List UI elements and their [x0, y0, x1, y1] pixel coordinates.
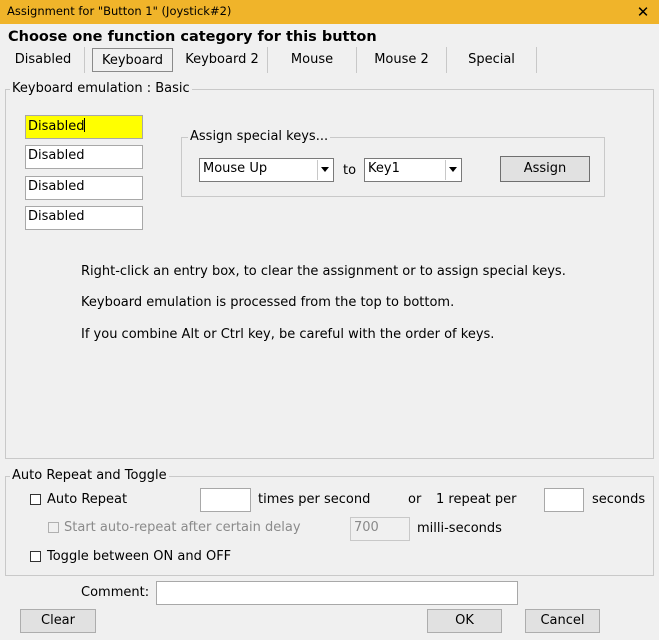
key-entry-3[interactable]: Disabled	[25, 176, 143, 200]
key-entry-2[interactable]: Disabled	[25, 145, 143, 169]
note-alt-ctrl: If you combine Alt or Ctrl key, be caref…	[81, 327, 495, 342]
repeat-per-label: 1 repeat per	[436, 492, 517, 507]
tab-special[interactable]: Special	[447, 46, 536, 74]
tab-separator	[536, 47, 537, 73]
note-right-click: Right-click an entry box, to clear the a…	[81, 264, 566, 279]
auto-repeat-checkbox[interactable]	[30, 494, 41, 505]
to-label: to	[343, 163, 357, 178]
seconds-input[interactable]	[544, 488, 584, 512]
key-entry-1[interactable]: Disabled	[25, 115, 143, 139]
page-title: Choose one function category for this bu…	[8, 29, 377, 45]
tab-mouse[interactable]: Mouse	[268, 46, 356, 74]
special-keys-legend: Assign special keys...	[188, 129, 331, 144]
comment-input[interactable]	[156, 581, 518, 605]
tab-disabled[interactable]: Disabled	[8, 46, 78, 74]
close-icon[interactable]: ✕	[627, 0, 659, 24]
seconds-label: seconds	[592, 492, 646, 507]
special-key-from-select[interactable]: Mouse Up	[199, 158, 334, 182]
delay-ms-input[interactable]: 700	[350, 517, 410, 541]
tab-mouse-2[interactable]: Mouse 2	[357, 46, 446, 74]
tab-keyboard[interactable]: Keyboard	[92, 48, 173, 72]
auto-repeat-label: Auto Repeat	[47, 492, 128, 507]
tab-keyboard-2[interactable]: Keyboard 2	[178, 46, 266, 74]
tab-separator	[84, 47, 85, 73]
delay-label: Start auto-repeat after certain delay	[64, 520, 301, 535]
auto-repeat-legend: Auto Repeat and Toggle	[10, 468, 169, 483]
comment-label: Comment:	[81, 585, 150, 600]
ms-label: milli-seconds	[417, 521, 502, 536]
chevron-down-icon[interactable]	[445, 160, 460, 180]
chevron-down-icon[interactable]	[317, 160, 332, 180]
toggle-checkbox[interactable]	[30, 551, 41, 562]
text-cursor	[84, 118, 86, 132]
special-key-from-value: Mouse Up	[203, 161, 268, 176]
keyboard-group-legend: Keyboard emulation : Basic	[10, 81, 192, 96]
key-entry-4[interactable]: Disabled	[25, 206, 143, 230]
key-entry-1-value: Disabled	[28, 119, 85, 134]
window-title: Assignment for "Button 1" (Joystick#2)	[7, 4, 232, 18]
cancel-button[interactable]: Cancel	[525, 609, 600, 633]
times-per-second-label: times per second	[258, 492, 371, 507]
assign-button[interactable]: Assign	[500, 156, 590, 182]
toggle-label: Toggle between ON and OFF	[47, 549, 232, 564]
special-key-to-select[interactable]: Key1	[364, 158, 462, 182]
or-label: or	[408, 492, 422, 507]
special-key-to-value: Key1	[368, 161, 400, 176]
ok-button[interactable]: OK	[427, 609, 502, 633]
note-processing-order: Keyboard emulation is processed from the…	[81, 295, 455, 310]
clear-button[interactable]: Clear	[20, 609, 96, 633]
delay-checkbox[interactable]	[48, 522, 59, 533]
times-per-second-input[interactable]	[200, 488, 251, 512]
